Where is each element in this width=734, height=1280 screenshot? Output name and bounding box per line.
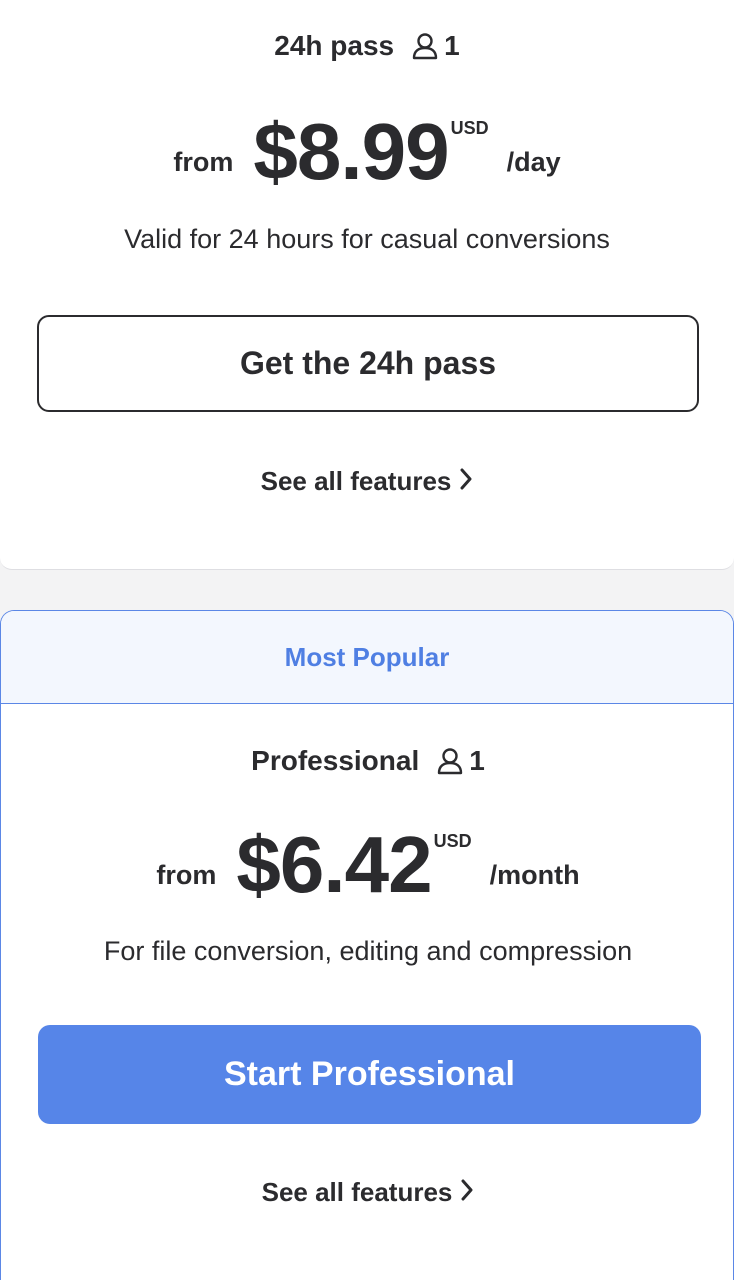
plan-card-24h-pass: 24h pass 1 from $8.99 USD /day Valid for… bbox=[0, 0, 734, 570]
user-icon bbox=[412, 32, 438, 60]
seat-number: 1 bbox=[444, 30, 460, 61]
price-prefix: from bbox=[173, 147, 234, 177]
plan-header: 24h pass 1 bbox=[0, 30, 734, 62]
see-all-features-link[interactable]: See all features bbox=[0, 466, 734, 497]
see-all-features-link[interactable]: See all features bbox=[1, 1177, 733, 1208]
price-block: from $6.42 USD /month bbox=[1, 820, 733, 909]
price-prefix: from bbox=[156, 860, 217, 890]
price-amount: $8.99 bbox=[253, 107, 449, 196]
price-currency: USD bbox=[433, 831, 472, 851]
chevron-right-icon bbox=[460, 1177, 474, 1208]
seat-number: 1 bbox=[469, 745, 485, 776]
plan-description: Valid for 24 hours for casual conversion… bbox=[124, 224, 610, 254]
plan-card-professional: Most Popular Professional 1 from $6.42 U… bbox=[0, 610, 734, 1280]
seat-count: 1 bbox=[437, 745, 485, 777]
user-icon bbox=[437, 747, 463, 775]
get-24h-pass-button[interactable]: Get the 24h pass bbox=[37, 315, 699, 412]
most-popular-badge: Most Popular bbox=[1, 611, 733, 704]
price-period: /month bbox=[489, 860, 580, 890]
features-link-label: See all features bbox=[260, 466, 452, 496]
plan-header: Professional 1 bbox=[1, 745, 733, 777]
seat-count: 1 bbox=[412, 30, 460, 62]
plan-description: For file conversion, editing and compres… bbox=[103, 936, 633, 966]
chevron-right-icon bbox=[459, 466, 473, 497]
price-currency: USD bbox=[450, 118, 489, 138]
plan-name: 24h pass bbox=[274, 30, 395, 61]
features-link-label: See all features bbox=[261, 1177, 453, 1207]
price-block: from $8.99 USD /day bbox=[0, 112, 734, 192]
start-professional-button[interactable]: Start Professional bbox=[38, 1025, 701, 1124]
price-period: /day bbox=[506, 147, 561, 177]
plan-name: Professional bbox=[251, 745, 420, 776]
price-amount: $6.42 bbox=[236, 820, 432, 909]
